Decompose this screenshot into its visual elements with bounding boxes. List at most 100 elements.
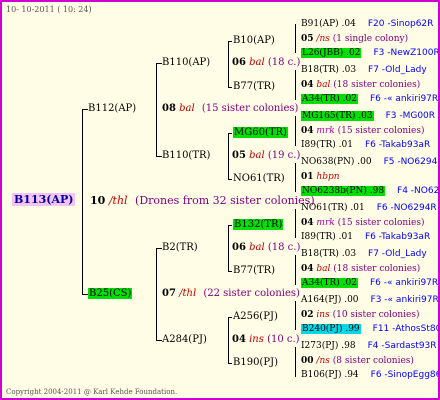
leaf-id[interactable]: L26(JBB) .02	[301, 48, 362, 58]
child-lower-b-note: (10 c.)	[267, 334, 300, 345]
parent-upper-year: 08	[162, 103, 176, 114]
connector-lb-1	[228, 317, 232, 318]
leaf-id[interactable]: B18(TR) .03	[301, 249, 356, 259]
leaf-ref[interactable]: F5 -NO6294R	[384, 157, 438, 167]
leaf-row[interactable]: A34(TR) .02 F6 -« ankiri97R	[301, 277, 438, 289]
leaf-row[interactable]: NO6238b(PN) .98 F4 -NO6294R	[301, 185, 438, 197]
connector-g6	[295, 255, 296, 285]
leaf-ref[interactable]: F6 -NO6294R	[377, 203, 437, 213]
leaf-row[interactable]: L26(JBB) .02 F3 -NewZ100R	[301, 47, 438, 59]
leaf-row[interactable]: B91(AP) .04 F20 -Sinop62R	[301, 18, 433, 30]
child-upper-b-label[interactable]: B110(TR)	[162, 150, 210, 162]
leaf-ref[interactable]: F6 -Takab93aR	[365, 140, 430, 150]
leaf-row[interactable]: I273(PJ) .98 F4 -Sardast93R	[301, 340, 437, 352]
pedigree-frame: 10- 10-2011 ( 10: 24) Copyright 2004-201…	[0, 0, 440, 400]
connector-g1	[295, 24, 296, 53]
grand-lower-2-label[interactable]: B77(TR)	[233, 265, 275, 277]
leaf-id[interactable]: B91(AP) .04	[301, 19, 356, 29]
root-node[interactable]: B113(AP)	[12, 193, 76, 207]
leaf-row[interactable]: A34(TR) .02 F6 -« ankiri97R	[301, 93, 438, 105]
child-lower-b-label[interactable]: A284(PJ)	[162, 334, 207, 346]
grand-lower-1-text[interactable]: B132(TR)	[233, 219, 284, 230]
leaf-ref[interactable]: F11 -AthosSt80R	[373, 324, 438, 334]
leaf-id[interactable]: I89(TR) .01	[301, 140, 353, 150]
leaf-ref[interactable]: F6 -SinopEgg86R	[371, 370, 438, 380]
grand-upper-2-label[interactable]: B77(TR)	[233, 81, 275, 93]
grand-lower-3-line: ins	[316, 310, 330, 320]
leaf-row[interactable]: NO638(PN) .00 F5 -NO6294R	[301, 156, 438, 168]
leaf-id[interactable]: MG165(TR) .03	[301, 111, 374, 121]
grand-upper-3-label[interactable]: MG60(TR)	[233, 127, 288, 139]
parent-lower-label[interactable]: B25(CS)	[88, 288, 133, 300]
copyright-text: Copyright 2004-2011 @ Karl Kehde Foundat…	[6, 388, 178, 396]
leaf-id[interactable]: NO61(TR) .01	[301, 203, 365, 213]
leaf-ref[interactable]: F6 -Takab93aR	[365, 232, 430, 242]
child-lower-a-breed: 06 bal (18 c.)	[232, 242, 300, 254]
leaf-row[interactable]: NO61(TR) .01 F6 -NO6294R	[301, 202, 437, 214]
grand-lower-1-note: (15 sister colonies)	[337, 218, 425, 228]
leaf-id[interactable]: NO6238b(PN) .98	[301, 186, 386, 196]
grand-lower-4-label[interactable]: B190(PJ)	[233, 357, 278, 369]
leaf-row[interactable]: I89(TR) .01 F6 -Takab93aR	[301, 139, 430, 151]
leaf-id[interactable]: B240(PJ) .99	[301, 324, 361, 334]
leaf-ref[interactable]: F6 -« ankiri97R	[370, 94, 438, 104]
child-upper-a-note: (18 c.)	[267, 57, 301, 68]
leaf-id[interactable]: A164(PJ) .00	[301, 295, 359, 305]
leaf-ref[interactable]: F7 -Old_Lady	[368, 249, 427, 259]
grand-lower-1-breed: 04 mrk (15 sister colonies)	[301, 217, 425, 229]
root-year: 10	[90, 194, 106, 207]
leaf-ref[interactable]: F3 -MG00R	[386, 111, 435, 121]
connector-lower	[156, 248, 157, 340]
grand-lower-4-breed: 00 /ns (8 sister colonies)	[301, 355, 414, 367]
grand-lower-1-line: mrk	[316, 218, 335, 228]
leaf-row[interactable]: A164(PJ) .00 F3 -« ankiri97R	[301, 294, 438, 306]
parent-upper-label[interactable]: B112(AP)	[88, 103, 136, 115]
connector-lb	[228, 317, 229, 363]
leaf-id[interactable]: A34(TR) .02	[301, 278, 358, 288]
child-lower-a-label[interactable]: B2(TR)	[162, 242, 198, 254]
leaf-id[interactable]: B18(TR) .03	[301, 65, 356, 75]
grand-upper-2-note: (18 sister colonies)	[333, 80, 421, 90]
leaf-ref[interactable]: F3 -NewZ100R	[373, 48, 438, 58]
leaf-ref[interactable]: F3 -« ankiri97R	[371, 295, 438, 305]
parent-lower-text[interactable]: B25(CS)	[88, 288, 133, 299]
grand-lower-1-label[interactable]: B132(TR)	[233, 219, 284, 231]
leaf-row[interactable]: I89(TR) .01 F6 -Takab93aR	[301, 231, 430, 243]
connector-root	[82, 109, 83, 294]
grand-upper-3-text[interactable]: MG60(TR)	[233, 127, 288, 138]
grand-lower-3-label[interactable]: A256(PJ)	[233, 311, 278, 323]
root-label[interactable]: B113(AP)	[12, 193, 76, 206]
leaf-row[interactable]: B18(TR) .03 F7 -Old_Lady	[301, 64, 427, 76]
leaf-ref[interactable]: F7 -Old_Lady	[368, 65, 427, 75]
connector-la-2	[228, 271, 232, 272]
child-lower-a-year: 06	[232, 242, 246, 253]
grand-upper-1-year: 05	[301, 34, 314, 44]
connector-g3	[295, 116, 296, 146]
leaf-ref[interactable]: F6 -« ankiri97R	[370, 278, 438, 288]
child-upper-a-label[interactable]: B110(AP)	[162, 57, 210, 69]
leaf-id[interactable]: I89(TR) .01	[301, 232, 353, 242]
leaf-ref[interactable]: F4 -NO6294R	[397, 186, 438, 196]
connector-la	[228, 225, 229, 271]
leaf-id[interactable]: A34(TR) .02	[301, 94, 358, 104]
leaf-row[interactable]: B240(PJ) .99 F11 -AthosSt80R	[301, 323, 438, 335]
root-breed: 10 /thl (Drones from 32 sister colonies)	[90, 195, 315, 207]
leaf-row[interactable]: B106(PJ) .94 F6 -SinopEgg86R	[301, 369, 438, 381]
leaf-ref[interactable]: F4 -Sardast93R	[368, 341, 437, 351]
grand-upper-3-breed: 04 mrk (15 sister colonies)	[301, 125, 425, 137]
child-lower-b-line: ins	[249, 334, 264, 345]
grand-lower-2-breed: 04 bal (18 sister colonies)	[301, 263, 420, 275]
leaf-id[interactable]: I273(PJ) .98	[301, 341, 356, 351]
grand-upper-1-label[interactable]: B10(AP)	[233, 35, 275, 47]
leaf-id[interactable]: B106(PJ) .94	[301, 370, 359, 380]
connector-ub-2	[228, 179, 232, 180]
leaf-ref[interactable]: F20 -Sinop62R	[368, 19, 434, 29]
connector-ub	[228, 133, 229, 179]
grand-upper-1-breed: 05 /ns (1 single colony)	[301, 33, 408, 45]
leaf-row[interactable]: MG165(TR) .03 F3 -MG00R	[301, 110, 435, 122]
grand-upper-4-label[interactable]: NO61(TR)	[233, 173, 285, 185]
leaf-id[interactable]: NO638(PN) .00	[301, 157, 372, 167]
leaf-row[interactable]: B18(TR) .03 F7 -Old_Lady	[301, 248, 427, 260]
parent-lower-breed: 07 /thl (22 sister colonies)	[162, 288, 300, 300]
connector-g4	[295, 163, 296, 192]
